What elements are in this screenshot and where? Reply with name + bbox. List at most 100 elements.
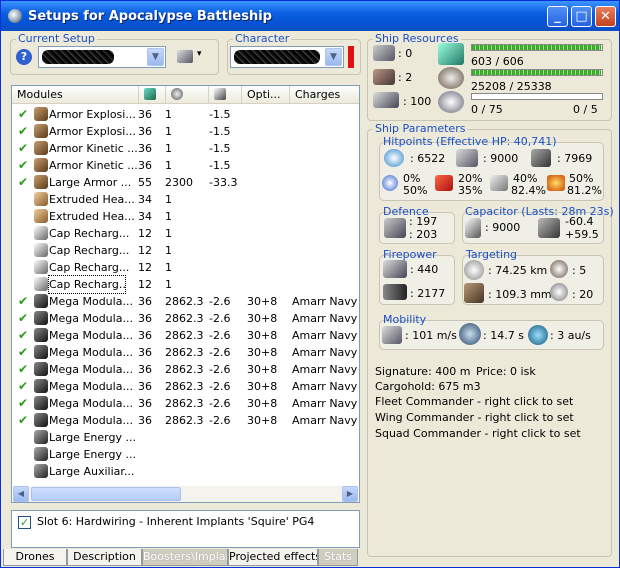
col-charges[interactable]: Charges [290,86,359,104]
wing-commander[interactable]: Wing Commander - right click to set [375,411,574,424]
help-icon[interactable]: ? [16,49,32,65]
turret-hardpoints: : 0 [398,47,413,60]
module-c2: 1 [165,227,172,240]
scroll-left-button[interactable]: ◀ [13,486,29,502]
capacitor-usage: -60.4 [565,215,594,228]
module-c1: 36 [138,397,152,410]
active-check-icon[interactable]: ✔ [18,174,28,191]
em-resist-icon [382,175,398,191]
tab-stats[interactable]: Stats [318,549,358,566]
module-row[interactable]: ✔ Mega Modula... 36 2862.3 -2.6 30+8 Amarr Nav… [12,310,359,327]
col-powergrid[interactable] [166,86,209,104]
active-check-icon[interactable]: ✔ [18,140,28,157]
tab-boosters-implants[interactable]: Boosters\Implants [142,549,228,566]
ship-menu-arrow[interactable]: ▾ [197,49,202,59]
mobility-label: Mobility [383,313,427,326]
implant-checkbox[interactable]: ✓ [18,516,31,529]
module-row[interactable]: ✔ Mega Modula... 36 2862.3 -2.6 30+8 Amarr Nav… [12,378,359,395]
active-check-icon[interactable]: ✔ [18,344,28,361]
tab-drones[interactable]: Drones [3,549,67,566]
module-row[interactable]: Large Auxiliar... [12,463,359,480]
module-row[interactable]: ✔ Armor Explosi... 36 1 -1.5 [12,123,359,140]
module-row[interactable]: ✔ Mega Modula... 36 2862.3 -2.6 30+8 Amarr Nav… [12,361,359,378]
module-row[interactable]: Cap Recharg... 12 1 [12,225,359,242]
implants-list[interactable]: ✓ Slot 6: Hardwiring - Inherent Implants… [11,510,360,548]
active-check-icon[interactable]: ✔ [18,123,28,140]
powergrid-bar [471,69,603,76]
module-row[interactable]: Large Energy ... [12,429,359,446]
active-check-icon[interactable]: ✔ [18,157,28,174]
defence-bottom: : 203 [409,228,438,241]
setup-combo[interactable]: ▼ [38,46,166,68]
module-c3: -1.5 [209,125,231,138]
active-check-icon[interactable]: ✔ [18,395,28,412]
module-row[interactable]: ✔ Mega Modula... 36 2862.3 -2.6 30+8 Amarr Nav… [12,293,359,310]
module-armor-icon [34,158,48,172]
character-status-indicator [348,46,354,68]
active-check-icon[interactable]: ✔ [18,378,28,395]
module-c3: -1.5 [209,159,231,172]
ship-menu-icon[interactable] [177,50,193,63]
sensor-strength-icon [550,283,568,301]
module-laser-icon [34,413,48,427]
col-cpu[interactable] [139,86,166,104]
module-row[interactable]: ✔ Mega Modula... 36 2862.3 -2.6 30+8 Amarr Nav… [12,327,359,344]
active-check-icon[interactable]: ✔ [18,361,28,378]
defence-icon [384,218,406,238]
scroll-thumb[interactable] [31,487,181,501]
modules-list[interactable]: Modules Opti... Charges ✔ Armor Explosi..… [11,85,360,503]
module-c3: -2.6 [209,414,231,427]
module-row[interactable]: ✔ Armor Kinetic ... 36 1 -1.5 [12,157,359,174]
active-check-icon[interactable]: ✔ [18,412,28,429]
module-row[interactable]: ✔ Mega Modula... 36 2862.3 -2.6 30+8 Amarr Nav… [12,412,359,429]
module-c2: 1 [165,159,172,172]
module-row[interactable]: ✔ Armor Kinetic ... 36 1 -1.5 [12,140,359,157]
calibration-value: : 100 [403,95,432,108]
active-check-icon[interactable]: ✔ [18,106,28,123]
tab-projected-effects[interactable]: Projected effects [228,549,318,566]
tab-description[interactable]: Description [67,549,142,566]
squad-commander[interactable]: Squad Commander - right click to set [375,427,581,440]
close-button[interactable]: ✕ [595,6,616,27]
module-c1: 36 [138,380,152,393]
kinetic-resist-armor: 82.4% [511,184,546,197]
module-c2: 2862.3 [165,363,204,376]
module-c5: Amarr Navy G [292,346,358,359]
active-check-icon[interactable]: ✔ [18,327,28,344]
module-row[interactable]: ✔ Mega Modula... 36 2862.3 -2.6 30+8 Amarr Nav… [12,344,359,361]
module-row[interactable]: Extruded Hea... 34 1 [12,208,359,225]
module-c4: 30+8 [247,397,278,410]
module-row[interactable]: Extruded Hea... 34 1 [12,191,359,208]
module-laser-icon [34,294,48,308]
module-row[interactable]: ✔ Armor Explosi... 36 1 -1.5 [12,106,359,123]
minimize-button[interactable]: _ [547,6,568,27]
maximize-button[interactable]: □ [571,6,592,27]
module-row[interactable]: Large Energy ... [12,446,359,463]
thermal-resist-armor: 35% [458,184,483,197]
hitpoints-label: Hitpoints (Effective HP: 40,741) [383,135,557,148]
module-row[interactable]: Cap Recharg... 12 1 [12,242,359,259]
module-c4: 30+8 [247,329,278,342]
fleet-commander[interactable]: Fleet Commander - right click to set [375,395,573,408]
ship-parameters-label: Ship Parameters [373,122,468,135]
module-row[interactable]: ✔ Large Armor ... 55 2300 -33.3 [12,174,359,191]
character-combo[interactable]: ▼ [230,46,344,68]
title-bar: Setups for Apocalypse Battleship _ □ ✕ [1,1,619,31]
active-check-icon[interactable]: ✔ [18,310,28,327]
capacitor-icon [214,88,226,100]
dps-icon [383,284,407,300]
module-row[interactable]: ✔ Mega Modula... 36 2862.3 -2.6 30+8 Amarr Nav… [12,395,359,412]
horizontal-scrollbar[interactable]: ◀ ▶ [13,486,358,502]
scroll-right-button[interactable]: ▶ [342,486,358,502]
module-c1: 36 [138,108,152,121]
drone-bay-icon [438,91,464,113]
module-c1: 36 [138,414,152,427]
col-optimal[interactable]: Opti... [242,86,290,104]
active-check-icon[interactable]: ✔ [18,293,28,310]
module-row[interactable]: Cap Recharg... 12 1 [12,275,359,294]
module-row[interactable]: Cap Recharg... 12 1 [12,259,359,276]
col-capacitor[interactable] [209,86,242,104]
module-c1: 36 [138,125,152,138]
col-modules[interactable]: Modules [12,86,139,104]
capacitor-amount: : 9000 [485,221,521,234]
